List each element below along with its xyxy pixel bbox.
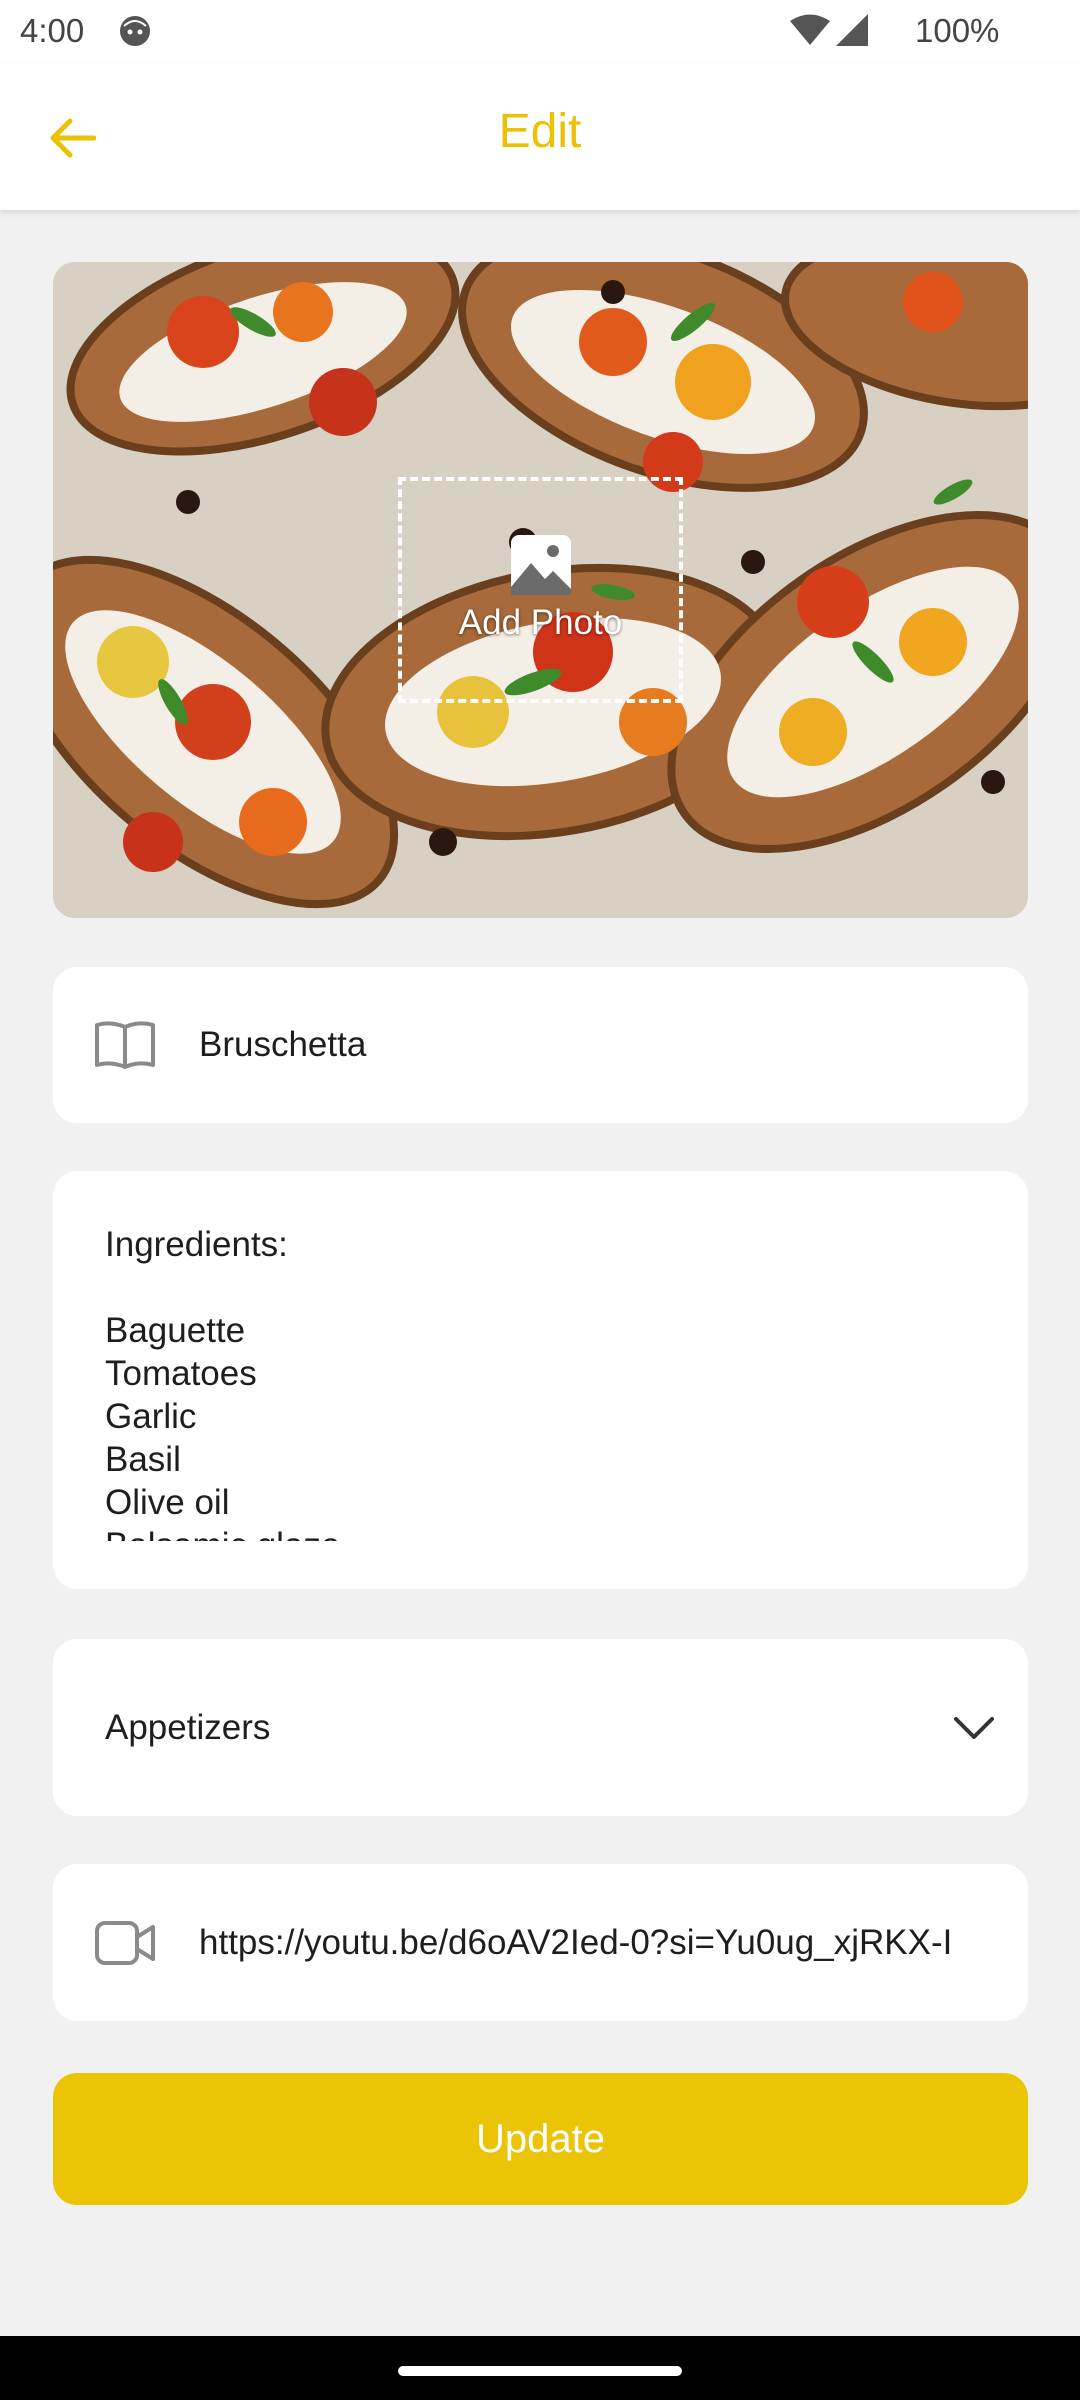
ingredient-line: Garlic <box>105 1397 197 1436</box>
video-camera-icon <box>95 1920 155 1965</box>
recipe-name-field[interactable]: Bruschetta <box>53 967 1028 1123</box>
ingredients-field[interactable]: Ingredients: Baguette Tomatoes Garlic Ba… <box>53 1171 1028 1589</box>
status-bar: 4:00 100% <box>0 0 1080 64</box>
chevron-down-icon <box>954 1716 994 1739</box>
ingredient-line: Tomatoes <box>105 1354 257 1393</box>
recipe-photo[interactable]: Add Photo <box>53 262 1028 918</box>
status-time: 4:00 <box>20 12 85 49</box>
ingredient-line: Basil <box>105 1440 181 1479</box>
video-url-field[interactable]: https://youtu.be/d6oAV2Ied-0?si=Yu0ug_xj… <box>53 1864 1028 2021</box>
book-icon <box>95 1021 155 1069</box>
add-photo-label: Add Photo <box>458 603 623 642</box>
category-dropdown[interactable]: Appetizers <box>53 1639 1028 1816</box>
update-button[interactable]: Update <box>53 2073 1028 2205</box>
notification-face-icon <box>120 16 150 46</box>
wifi-icon <box>790 14 830 45</box>
image-icon <box>510 535 571 595</box>
recipe-name-value: Bruschetta <box>199 1025 367 1064</box>
ingredients-heading: Ingredients: <box>105 1225 288 1264</box>
page-title: Edit <box>498 105 582 158</box>
signal-icon <box>836 14 868 46</box>
ingredient-line: Baguette <box>105 1311 246 1350</box>
app-bar: Edit <box>0 64 1080 210</box>
battery-percentage: 100% <box>915 12 1000 49</box>
ingredients-text: Ingredients: Baguette Tomatoes Garlic Ba… <box>105 1223 985 1541</box>
category-value: Appetizers <box>105 1707 271 1747</box>
ingredient-line: Balsamic glaze <box>105 1524 985 1541</box>
ingredient-line: Olive oil <box>105 1483 230 1522</box>
add-photo-button[interactable]: Add Photo <box>398 477 683 703</box>
home-indicator[interactable] <box>398 2366 682 2376</box>
video-url-value: https://youtu.be/d6oAV2Ied-0?si=Yu0ug_xj… <box>199 1922 953 1962</box>
